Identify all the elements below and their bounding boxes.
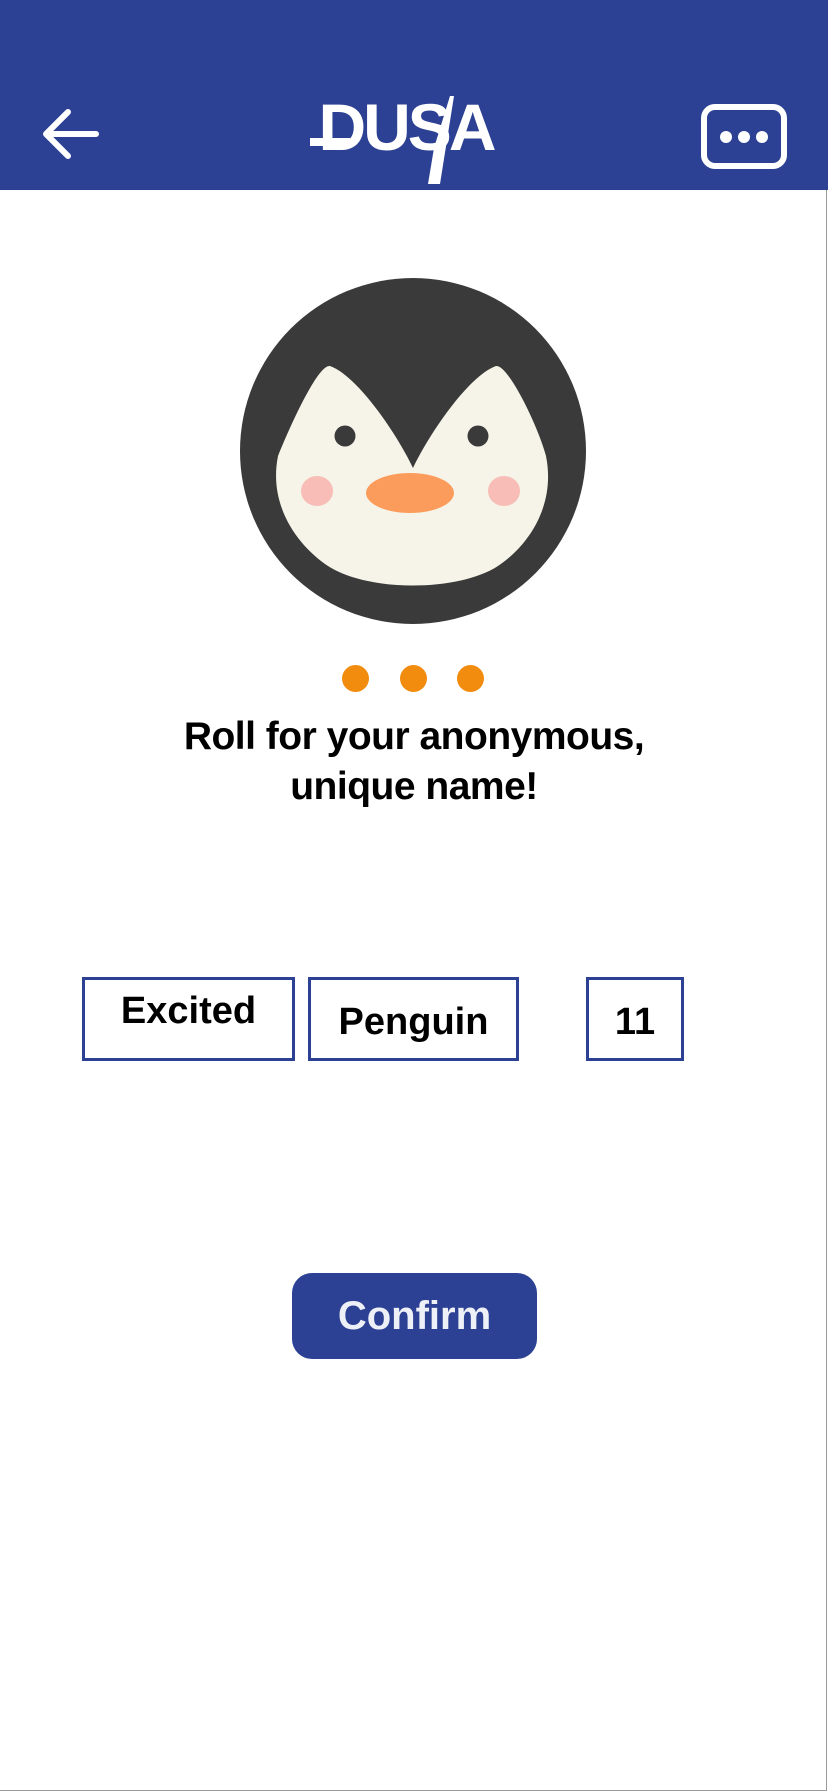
number-slot[interactable]: 11 [586, 977, 684, 1061]
dusa-logo: DUSA [306, 90, 506, 184]
app-screen: DUSA Roll for your anonymous, unique nam… [0, 0, 828, 1791]
penguin-avatar-icon [240, 278, 586, 624]
pager-dot [457, 665, 484, 692]
top-bar: DUSA [0, 0, 828, 190]
arrow-left-icon [43, 109, 99, 159]
pager-dot [400, 665, 427, 692]
logo-text: DUSA [318, 92, 494, 164]
penguin-avatar [238, 276, 588, 626]
pager-dot [342, 665, 369, 692]
roll-prompt-line2: unique name! [290, 765, 538, 808]
chat-menu-button[interactable] [700, 104, 790, 170]
confirm-button[interactable]: Confirm [292, 1273, 537, 1359]
back-button[interactable] [40, 104, 104, 164]
animal-slot[interactable]: Penguin [308, 977, 519, 1061]
roll-prompt: Roll for your anonymous, unique name! [100, 712, 728, 812]
roll-prompt-line1: Roll for your anonymous, [183, 715, 645, 758]
chat-bubble-dots-icon [701, 104, 787, 169]
pager-dots [342, 665, 486, 693]
adjective-slot[interactable]: Excited [82, 977, 295, 1061]
